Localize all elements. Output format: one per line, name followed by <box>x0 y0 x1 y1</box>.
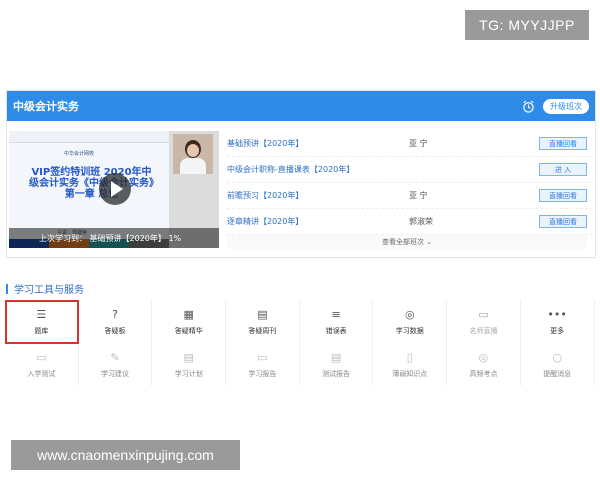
report-icon: ▤ <box>330 351 342 364</box>
tg-watermark: TG: MYYJJPP <box>465 10 589 40</box>
course-name[interactable]: 基础预讲【2020年】 <box>227 138 409 149</box>
book-icon: ▦ <box>183 308 194 321</box>
tool-teacher-live[interactable]: ▭ 名师直播 <box>447 300 521 344</box>
course-list: 基础预讲【2020年】 亚 宁 直播回看 中级会计职称-直播课表【2020年】 … <box>227 131 593 235</box>
course-row: 前瞻预习【2020年】 亚 宁 直播回看 <box>227 183 593 209</box>
tool-label: 答疑周刊 <box>248 327 277 335</box>
tool-label: 高频考点 <box>469 370 498 378</box>
tool-label: 学习计划 <box>174 370 203 378</box>
tool-entrance-test[interactable]: ▭ 入学测试 <box>5 344 79 386</box>
slide-topbar <box>9 131 169 143</box>
tool-reminders[interactable]: ○ 提醒消息 <box>521 344 595 386</box>
tool-error-table[interactable]: ≡ 错误表 <box>300 300 374 344</box>
slide-title: VIP签约特训班 2020年中级会计实务《中级会计实务》第一章 总论 <box>29 167 154 200</box>
tools-grid: ☰ 题库 ? 答疑板 ▦ 答疑精华 ▤ 答疑周刊 ≡ 错误表 ◎ 学习数据 ▭ … <box>5 300 595 386</box>
tool-qa-board[interactable]: ? 答疑板 <box>79 300 153 344</box>
course-row: 中级会计职称-直播课表【2020年】 进 入 <box>227 157 593 183</box>
question-icon: ? <box>112 308 118 321</box>
course-name[interactable]: 前瞻预习【2020年】 <box>227 190 409 201</box>
tools-section-title: 学习工具与服务 <box>6 281 84 296</box>
tool-question-bank[interactable]: ☰ 题库 <box>5 300 79 344</box>
tool-qa-weekly[interactable]: ▤ 答疑周刊 <box>226 300 300 344</box>
tool-label: 答疑精华 <box>174 327 203 335</box>
url-watermark: www.cnaomenxinpujing.com <box>11 440 240 470</box>
tool-study-report[interactable]: ▭ 学习报告 <box>226 344 300 386</box>
course-name[interactable]: 中级会计职称-直播课表【2020年】 <box>227 164 409 175</box>
monitor-icon: ▭ <box>36 351 47 364</box>
tool-frequent-points[interactable]: ◎ 高频考点 <box>447 344 521 386</box>
panel-title: 中级会计实务 <box>13 100 79 113</box>
video-player[interactable]: 中华会计网校 VIP签约特训班 2020年中级会计实务《中级会计实务》第一章 总… <box>9 131 219 248</box>
menu-lines-icon: ≡ <box>331 308 341 321</box>
more-dots-icon: ••• <box>547 308 567 321</box>
tool-label: 学习建议 <box>101 370 130 378</box>
tool-label: 错误表 <box>325 327 347 335</box>
tool-test-report[interactable]: ▤ 测试报告 <box>300 344 374 386</box>
tool-label: 名师直播 <box>469 327 498 335</box>
course-teacher: 郭淑荣 <box>409 217 433 226</box>
view-all-classes-link[interactable]: 查看全部班次 ⌄ <box>227 235 587 249</box>
tool-study-plan[interactable]: ▤ 学习计划 <box>152 344 227 386</box>
bookmark-icon: ▯ <box>406 351 413 364</box>
crosshair-icon: ◎ <box>478 351 489 364</box>
tool-more[interactable]: ••• 更多 <box>521 300 595 344</box>
tool-label: 薄弱知识点 <box>392 370 428 378</box>
tools-row-primary: ☰ 题库 ? 答疑板 ▦ 答疑精华 ▤ 答疑周刊 ≡ 错误表 ◎ 学习数据 ▭ … <box>5 300 595 344</box>
upgrade-class-button[interactable]: 升级班次 <box>543 98 589 114</box>
list-icon: ☰ <box>36 308 47 321</box>
replay-button[interactable]: 直播回看 <box>539 215 587 228</box>
course-row: 基础预讲【2020年】 亚 宁 直播回看 <box>227 131 593 157</box>
video-camera-icon: ▭ <box>478 308 489 321</box>
message-bubble-icon: ○ <box>552 351 562 364</box>
tool-label: 学习报告 <box>248 370 277 378</box>
panel-header: 中级会计实务 升级班次 <box>7 91 595 121</box>
teacher-camera <box>173 134 213 174</box>
document-icon: ▤ <box>257 308 268 321</box>
target-icon: ◎ <box>404 308 415 321</box>
tool-label: 更多 <box>550 327 565 335</box>
play-icon[interactable] <box>99 173 131 205</box>
slide-logo: 中华会计网校 <box>64 151 95 157</box>
enter-button[interactable]: 进 入 <box>539 163 587 176</box>
tool-qa-essence[interactable]: ▦ 答疑精华 <box>152 300 227 344</box>
tool-weak-points[interactable]: ▯ 薄弱知识点 <box>373 344 448 386</box>
course-teacher: 亚 宁 <box>409 139 428 148</box>
course-name[interactable]: 逐章精讲【2020年】 <box>227 216 409 227</box>
last-study-bar[interactable]: 上次学习到： 基础预讲【2020年】 1% <box>9 228 219 248</box>
tools-row-secondary: ▭ 入学测试 ✎ 学习建议 ▤ 学习计划 ▭ 学习报告 ▤ 测试报告 ▯ 薄弱知… <box>5 344 595 386</box>
tool-label: 学习数据 <box>395 327 424 335</box>
alarm-clock-icon[interactable] <box>522 100 535 113</box>
tool-label: 入学测试 <box>27 370 56 378</box>
tool-label: 提醒消息 <box>543 370 572 378</box>
course-panel: 中级会计实务 升级班次 中华会计网校 VIP签约特训班 2020年中级会计实务《… <box>6 90 596 258</box>
document-icon: ▤ <box>183 351 194 364</box>
tool-study-data[interactable]: ◎ 学习数据 <box>373 300 448 344</box>
tool-study-advice[interactable]: ✎ 学习建议 <box>79 344 153 386</box>
course-teacher: 亚 宁 <box>409 191 428 200</box>
tool-label: 答疑板 <box>104 327 126 335</box>
replay-button[interactable]: 直播回看 <box>539 189 587 202</box>
tool-label: 题库 <box>34 327 49 335</box>
replay-button[interactable]: 直播回看 <box>539 137 587 150</box>
pencil-icon: ✎ <box>110 351 120 364</box>
course-row: 逐章精讲【2020年】 郭淑荣 直播回看 <box>227 209 593 235</box>
tool-label: 测试报告 <box>322 370 351 378</box>
chat-icon: ▭ <box>257 351 268 364</box>
